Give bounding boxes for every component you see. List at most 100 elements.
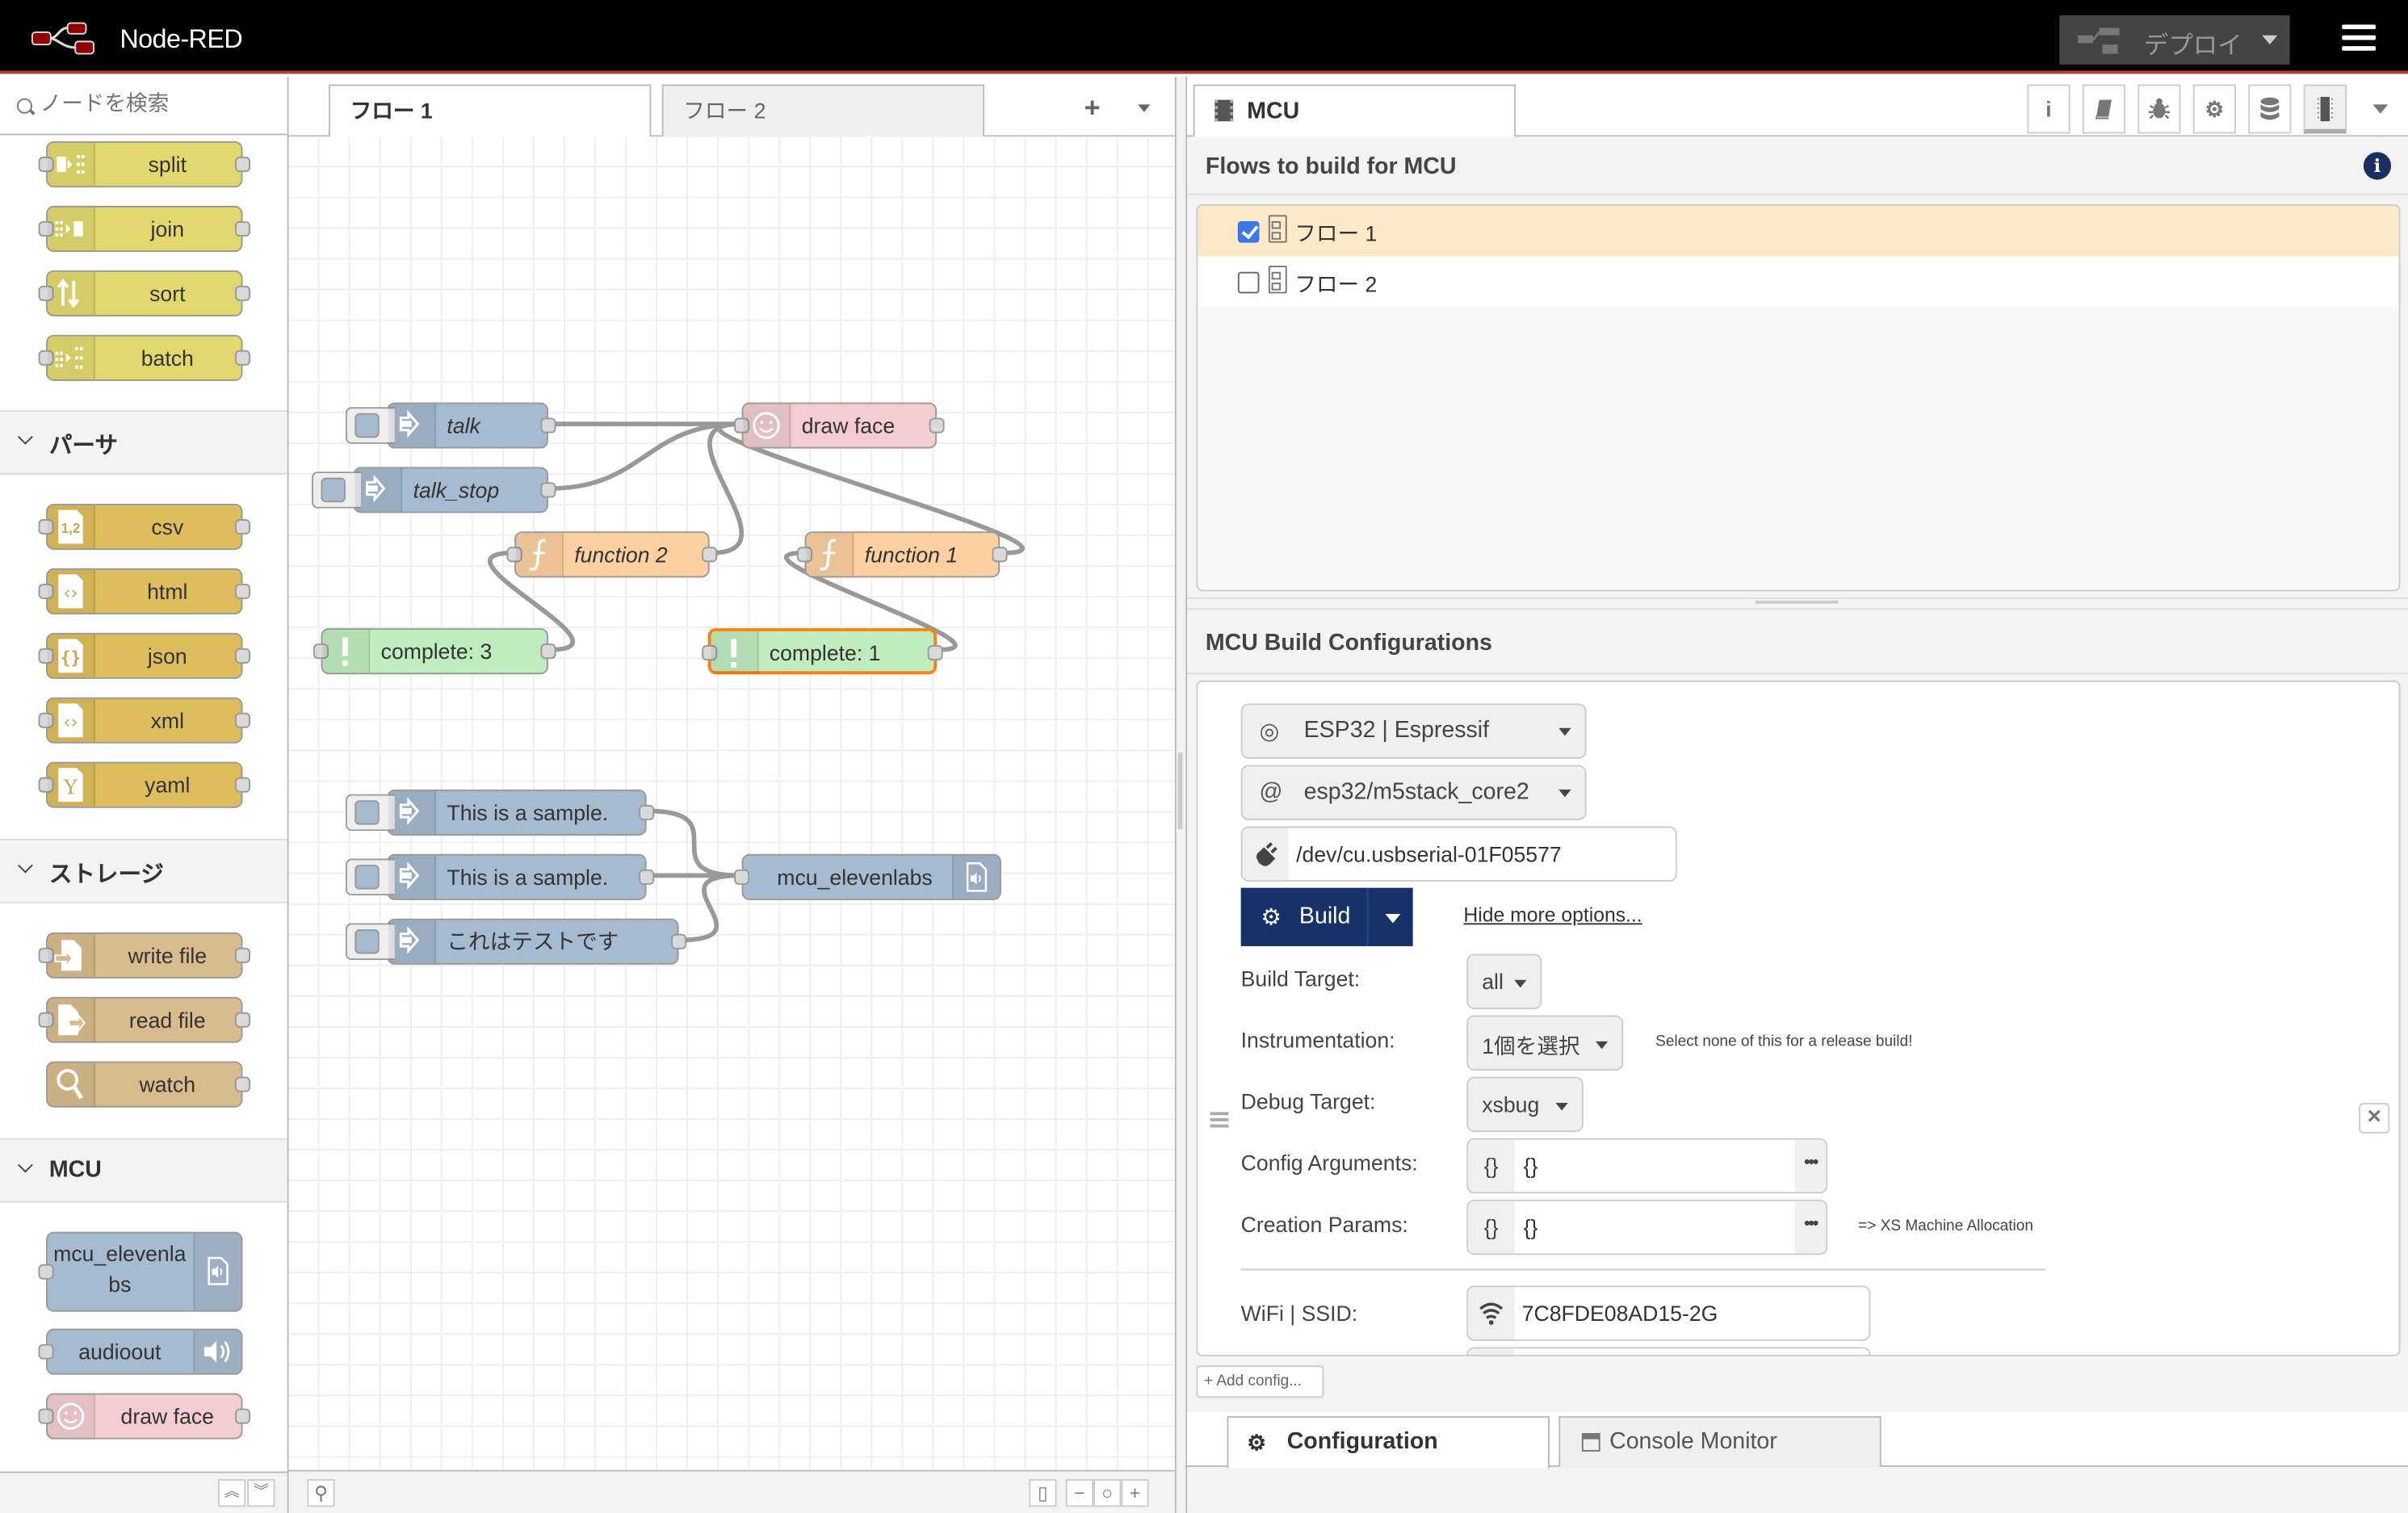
settings-gear-icon[interactable]: ⚙ bbox=[2192, 84, 2237, 134]
tab-flow-1[interactable]: フロー 1 bbox=[328, 84, 652, 139]
palette-node-sort[interactable]: sort bbox=[38, 270, 250, 316]
debug-bug-icon[interactable] bbox=[2137, 84, 2181, 134]
debug-target-select[interactable]: xsbug bbox=[1466, 1076, 1584, 1133]
palette-node-csv[interactable]: 1,2 csv bbox=[38, 504, 250, 551]
palette-node-audioout[interactable]: audioout bbox=[38, 1328, 243, 1375]
flow-node-talk[interactable]: talk bbox=[345, 402, 556, 449]
sidebar-tab-mcu[interactable]: MCU bbox=[1193, 84, 1517, 139]
flow-node-talk-stop[interactable]: talk_stop bbox=[312, 467, 556, 513]
serial-port-input[interactable] bbox=[1296, 828, 1665, 881]
creation-params-value[interactable]: {} bbox=[1524, 1201, 1538, 1254]
wire-sample1-to-mcu_elevenlabs[interactable] bbox=[648, 808, 740, 878]
flow-row-2[interactable]: フロー 2 bbox=[1198, 256, 2399, 308]
wifi-ssid-input[interactable] bbox=[1521, 1287, 1869, 1339]
tab-configuration[interactable]: ⚙ Configuration bbox=[1227, 1416, 1550, 1469]
flow-node-jp-test[interactable]: これはテストです bbox=[345, 918, 687, 965]
inject-trigger-button[interactable] bbox=[345, 407, 395, 444]
inject-trigger-button[interactable] bbox=[345, 923, 395, 961]
creation-params-field[interactable]: {} {} ••• bbox=[1466, 1199, 1828, 1255]
wifi-password-field[interactable] bbox=[1466, 1347, 1871, 1356]
flow-node-function2[interactable]: function 2 bbox=[506, 531, 718, 578]
search-flows-icon[interactable]: ⚲ bbox=[307, 1479, 335, 1507]
build-options-caret-icon[interactable] bbox=[1385, 913, 1401, 924]
palette-node-draw-face[interactable]: draw face bbox=[38, 1393, 250, 1440]
json-type-icon[interactable]: {} bbox=[1468, 1201, 1515, 1254]
output-port[interactable] bbox=[992, 547, 1008, 563]
output-port[interactable] bbox=[540, 417, 556, 434]
platform-select[interactable]: ◎ ESP32 | Espressif bbox=[1240, 703, 1587, 759]
palette-category-parser[interactable]: パーサ bbox=[0, 409, 287, 475]
flow-node-complete3[interactable]: complete: 3 bbox=[313, 628, 556, 675]
flow-node-mcu-elevenlabs[interactable]: mcu_elevenlabs bbox=[734, 853, 1001, 900]
palette-node-watch[interactable]: watch bbox=[46, 1061, 250, 1108]
output-port[interactable] bbox=[702, 547, 718, 563]
flow-node-sample2[interactable]: This is a sample. bbox=[345, 853, 655, 900]
palette-node-yaml[interactable]: Yyaml bbox=[38, 761, 250, 808]
flow-node-function1[interactable]: function 1 bbox=[797, 531, 1008, 578]
info-circle-icon[interactable]: i bbox=[2363, 152, 2392, 180]
instrumentation-select[interactable]: 1個を選択 bbox=[1466, 1015, 1624, 1071]
expand-all-icon[interactable]: ︾ bbox=[247, 1479, 275, 1507]
palette-node-join[interactable]: join bbox=[38, 205, 250, 253]
flow-node-complete1[interactable]: complete: 1 bbox=[702, 628, 943, 675]
palette-node-xml[interactable]: ‹› xml bbox=[38, 697, 250, 744]
palette-category-storage[interactable]: ストレージ bbox=[0, 838, 287, 903]
zoom-reset-icon[interactable]: ○ bbox=[1093, 1479, 1122, 1507]
tab-console-monitor[interactable]: Console Monitor bbox=[1558, 1416, 1882, 1467]
palette-node-read-file[interactable]: read file bbox=[38, 996, 250, 1043]
output-port[interactable] bbox=[671, 933, 687, 949]
hamburger-menu-icon[interactable] bbox=[2342, 24, 2377, 52]
inject-trigger-button[interactable] bbox=[345, 858, 395, 896]
output-port[interactable] bbox=[639, 804, 655, 820]
add-config-button[interactable]: + Add config... bbox=[1196, 1365, 1324, 1398]
build-target-select[interactable]: all bbox=[1466, 953, 1542, 1009]
hide-more-options-link[interactable]: Hide more options... bbox=[1463, 903, 1642, 927]
section-resize-handle[interactable] bbox=[1187, 597, 2408, 610]
inject-trigger-button[interactable] bbox=[312, 472, 361, 509]
flow-node-draw-face[interactable]: draw face bbox=[734, 402, 945, 449]
flow-node-sample1[interactable]: This is a sample. bbox=[345, 789, 655, 836]
zoom-in-icon[interactable]: + bbox=[1121, 1479, 1149, 1507]
drag-handle-icon[interactable] bbox=[1210, 1112, 1229, 1130]
sidebar-tabs-menu-icon[interactable] bbox=[2372, 104, 2389, 114]
collapse-all-icon[interactable]: ︽ bbox=[218, 1479, 246, 1507]
book-icon[interactable] bbox=[2082, 84, 2126, 134]
expand-editor-icon[interactable]: ••• bbox=[1795, 1201, 1827, 1254]
palette-node-split[interactable]: split bbox=[38, 141, 250, 188]
output-port[interactable] bbox=[927, 645, 943, 661]
info-icon[interactable]: i bbox=[2027, 84, 2070, 134]
deploy-button[interactable]: デプロイ bbox=[2059, 15, 2290, 65]
serial-port-field[interactable] bbox=[1240, 826, 1677, 882]
deploy-dropdown-caret-icon[interactable] bbox=[2262, 35, 2278, 45]
board-select[interactable]: @ esp32/m5stack_core2 bbox=[1240, 765, 1587, 820]
palette-node-json[interactable]: {} json bbox=[38, 632, 250, 679]
wire-jp_test-to-mcu_elevenlabs[interactable] bbox=[680, 873, 740, 943]
add-flow-tab-button[interactable]: + bbox=[1084, 92, 1101, 124]
flow-canvas[interactable]: talk talk_stop draw face function 2 function… bbox=[288, 136, 1175, 1470]
wifi-ssid-field[interactable] bbox=[1466, 1285, 1871, 1341]
output-port[interactable] bbox=[639, 869, 655, 885]
palette-category-mcu[interactable]: MCU bbox=[0, 1138, 287, 1203]
flow-row-1[interactable]: フロー 1 bbox=[1198, 205, 2399, 257]
output-port[interactable] bbox=[540, 482, 556, 498]
input-port[interactable] bbox=[734, 869, 750, 885]
expand-editor-icon[interactable]: ••• bbox=[1795, 1139, 1827, 1192]
database-icon[interactable] bbox=[2248, 84, 2292, 134]
build-button[interactable]: ⚙ Build bbox=[1240, 887, 1413, 946]
flow-1-checkbox[interactable] bbox=[1237, 220, 1260, 243]
zoom-out-icon[interactable]: − bbox=[1065, 1479, 1094, 1507]
output-port[interactable] bbox=[540, 643, 556, 660]
inject-trigger-button[interactable] bbox=[345, 794, 395, 832]
palette-node-html[interactable]: ‹› html bbox=[38, 568, 250, 614]
chip-icon[interactable] bbox=[2303, 84, 2347, 134]
tab-flow-2[interactable]: フロー 2 bbox=[661, 84, 985, 137]
sidebar-resize-handle[interactable] bbox=[1174, 77, 1186, 1513]
config-arguments-field[interactable]: {} {} ••• bbox=[1466, 1138, 1828, 1194]
flow-2-checkbox[interactable] bbox=[1237, 271, 1260, 294]
navigator-map-icon[interactable]: ▯ bbox=[1029, 1479, 1057, 1507]
palette-node-write-file[interactable]: write file bbox=[38, 932, 250, 979]
close-config-icon[interactable]: ✕ bbox=[2359, 1102, 2390, 1134]
palette-search-input[interactable] bbox=[40, 90, 271, 115]
tab-list-menu-icon[interactable] bbox=[1138, 104, 1151, 112]
palette-node-batch[interactable]: batch bbox=[38, 334, 250, 381]
